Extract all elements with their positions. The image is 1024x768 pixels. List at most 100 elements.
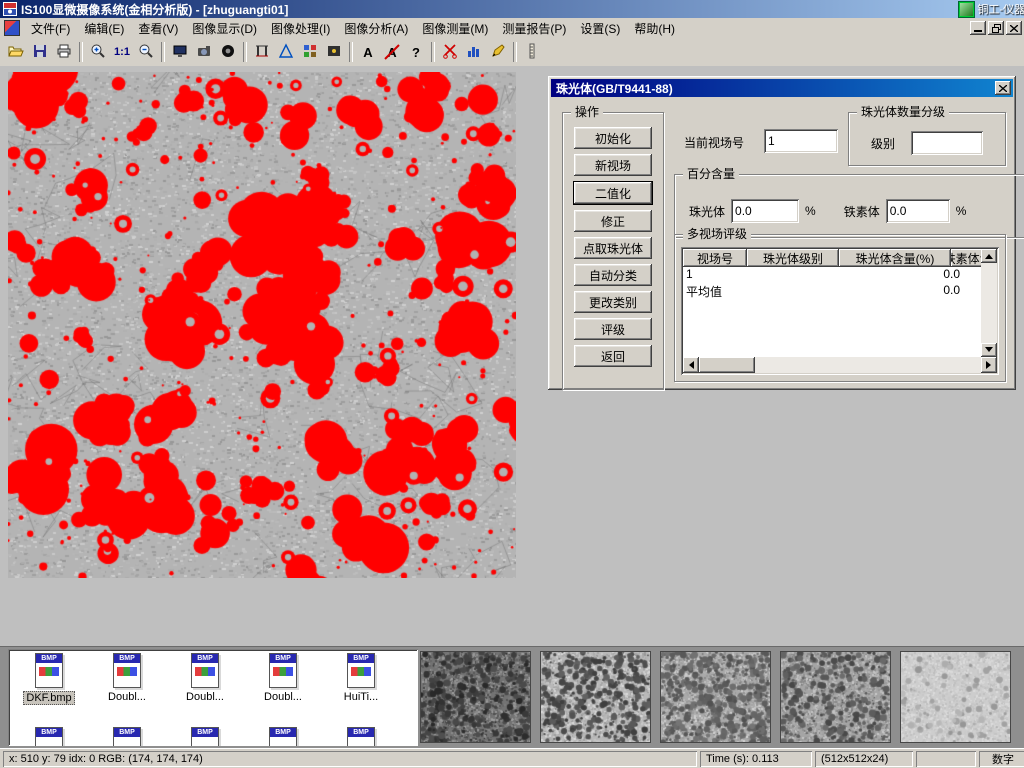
thumbnail-image[interactable] <box>540 651 651 743</box>
bmp-file-icon: BMP <box>269 727 297 746</box>
header-pearlite[interactable]: 珠光体含量(%) <box>839 249 951 267</box>
vertical-scrollbar[interactable] <box>981 249 997 357</box>
camera-button[interactable] <box>192 40 216 64</box>
text-button[interactable]: A <box>356 40 380 64</box>
save-button[interactable] <box>28 40 52 64</box>
menu-report[interactable]: 测量报告(P) <box>495 18 573 39</box>
menu-image-measure[interactable]: 图像测量(M) <box>415 18 495 39</box>
status-image-size: (512x512x24) <box>815 751 913 767</box>
scrollbar-thumb[interactable] <box>699 357 755 373</box>
grade-input[interactable] <box>911 131 983 155</box>
dialog-title-bar[interactable]: 珠光体(GB/T9441-88) <box>551 79 1013 97</box>
picker-button[interactable] <box>486 40 510 64</box>
capture-button[interactable] <box>216 40 240 64</box>
menu-edit[interactable]: 编辑(E) <box>77 18 131 39</box>
mdi-restore-button[interactable] <box>988 21 1004 35</box>
header-grade[interactable]: 珠光体级别 <box>747 249 839 267</box>
classify-button[interactable] <box>298 40 322 64</box>
pearlite-label: 珠光体 <box>689 203 725 220</box>
file-item[interactable]: BMP <box>10 727 88 746</box>
file-item-dkf[interactable]: BMP DKF.bmp <box>10 653 88 705</box>
file-label: Doubl... <box>262 691 304 703</box>
menu-image-analysis[interactable]: 图像分析(A) <box>337 18 415 39</box>
file-item-huiti[interactable]: BMP HuiTi... <box>322 653 400 705</box>
thumbnail-image[interactable] <box>420 651 531 743</box>
ruler-button[interactable] <box>520 40 544 64</box>
cell-pearlite: 0.0 <box>851 267 963 283</box>
metallograph-image[interactable] <box>8 72 516 578</box>
table-row[interactable]: 平均值 0.0 <box>683 283 981 299</box>
file-item[interactable]: BMP <box>322 727 400 746</box>
menu-bar: 文件(F) 编辑(E) 查看(V) 图像显示(D) 图像处理(I) 图像分析(A… <box>0 18 1024 39</box>
scroll-down-button[interactable] <box>981 343 997 357</box>
menu-image-display[interactable]: 图像显示(D) <box>185 18 264 39</box>
print-button[interactable] <box>52 40 76 64</box>
file-item-double1[interactable]: BMP Doubl... <box>88 653 166 705</box>
scroll-up-button[interactable] <box>981 249 997 263</box>
desktop-shortcut[interactable]: 铜工-仪器 <box>959 1 1024 17</box>
up-arrow-icon <box>985 250 993 259</box>
shortcut-icon <box>959 2 974 17</box>
bmp-icon-label: BMP <box>192 728 218 737</box>
operation-group: 操作 初始化 新视场 二值化 修正 点取珠光体 自动分类 更改类别 评级 返回 <box>562 112 664 390</box>
file-item[interactable]: BMP <box>244 727 322 746</box>
file-label: Doubl... <box>184 691 226 703</box>
thumbnail-image[interactable] <box>900 651 1011 743</box>
table-body: 1 0.0 平均值 0.0 <box>683 267 981 357</box>
menu-file[interactable]: 文件(F) <box>24 18 77 39</box>
header-field[interactable]: 视场号 <box>683 249 747 267</box>
child-window-icon[interactable] <box>4 20 20 36</box>
zoom-in-button[interactable] <box>86 40 110 64</box>
bmp-icon-label: BMP <box>192 654 218 663</box>
file-item-double3[interactable]: BMP Doubl... <box>244 653 322 705</box>
menu-settings[interactable]: 设置(S) <box>573 18 627 39</box>
pearlite-percent-input[interactable] <box>731 199 799 223</box>
mask-button[interactable] <box>322 40 346 64</box>
analyze-button[interactable] <box>462 40 486 64</box>
file-label: HuiTi... <box>342 691 380 703</box>
text-off-button[interactable]: A <box>380 40 404 64</box>
table-row[interactable]: 1 0.0 <box>683 267 981 283</box>
measure-icon <box>278 43 294 62</box>
mdi-minimize-button[interactable] <box>970 21 986 35</box>
menu-help[interactable]: 帮助(H) <box>627 18 682 39</box>
scroll-right-button[interactable] <box>981 357 997 373</box>
menu-view[interactable]: 查看(V) <box>131 18 185 39</box>
change-class-button[interactable]: 更改类别 <box>574 291 652 313</box>
ferrite-percent-input[interactable] <box>886 199 950 223</box>
new-field-button[interactable]: 新视场 <box>574 154 652 176</box>
file-item-double2[interactable]: BMP Doubl... <box>166 653 244 705</box>
open-button[interactable] <box>4 40 28 64</box>
multi-field-group: 多视场评级 视场号 珠光体级别 珠光体含量(%) 铁素体含量(%) 1 0.0 <box>674 234 1006 382</box>
init-button[interactable]: 初始化 <box>574 127 652 149</box>
header-ferrite[interactable]: 铁素体含量(%) <box>951 249 981 267</box>
file-item[interactable]: BMP <box>166 727 244 746</box>
display-button[interactable] <box>168 40 192 64</box>
actual-size-button[interactable]: 1:1 <box>110 40 134 64</box>
current-field-input[interactable] <box>764 129 838 153</box>
help-button[interactable]: ? <box>404 40 428 64</box>
measure-button[interactable] <box>274 40 298 64</box>
return-button[interactable]: 返回 <box>574 345 652 367</box>
auto-classify-button[interactable]: 自动分类 <box>574 264 652 286</box>
toolbar-separator <box>431 42 435 62</box>
scrollbar-track[interactable] <box>755 357 981 373</box>
thumbnail-image[interactable] <box>780 651 891 743</box>
file-item[interactable]: BMP <box>88 727 166 746</box>
cell-field: 平均值 <box>683 283 753 299</box>
thumbnail-image[interactable] <box>660 651 771 743</box>
dialog-close-button[interactable] <box>995 81 1011 95</box>
pick-pearlite-button[interactable]: 点取珠光体 <box>574 237 652 259</box>
cut-button[interactable] <box>438 40 462 64</box>
binarize-button[interactable]: 二值化 <box>573 181 653 205</box>
correct-button[interactable]: 修正 <box>574 210 652 232</box>
zoom-out-button[interactable] <box>134 40 158 64</box>
camera-icon <box>196 43 212 62</box>
zoom-in-icon <box>90 43 106 62</box>
mdi-close-button[interactable] <box>1006 21 1022 35</box>
scroll-left-button[interactable] <box>683 357 699 373</box>
caliper-button[interactable] <box>250 40 274 64</box>
horizontal-scrollbar[interactable] <box>683 357 997 373</box>
menu-image-processing[interactable]: 图像处理(I) <box>264 18 337 39</box>
rate-button[interactable]: 评级 <box>574 318 652 340</box>
